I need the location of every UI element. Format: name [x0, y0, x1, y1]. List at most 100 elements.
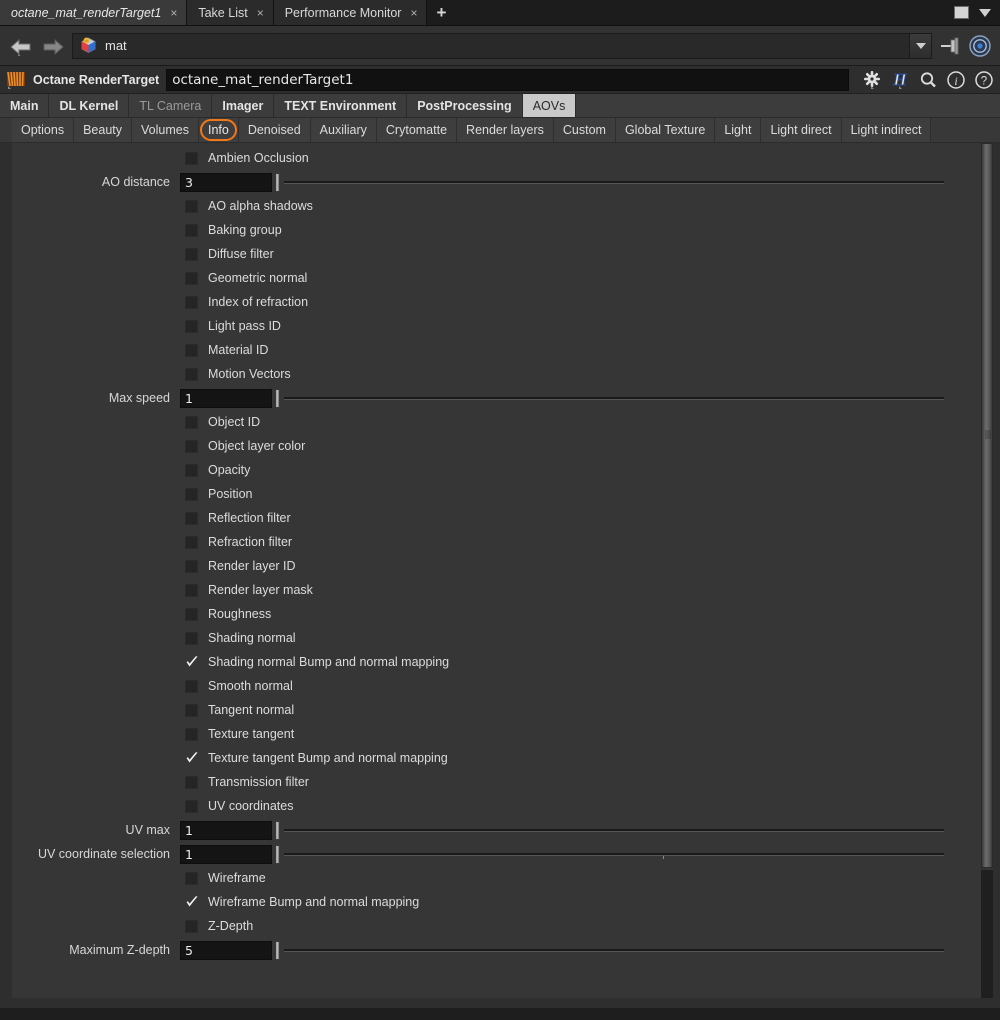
checkbox-checked-icon[interactable]	[185, 751, 198, 765]
slider-handle[interactable]	[275, 388, 280, 408]
checkbox-unchecked[interactable]	[185, 415, 198, 429]
window-tab-1[interactable]: Take List ×	[187, 0, 274, 25]
main-tab-main[interactable]: Main	[0, 94, 50, 117]
sub-tab-light[interactable]: Light	[715, 118, 762, 142]
checkbox-unchecked[interactable]	[185, 487, 198, 501]
sub-tab-render-layers[interactable]: Render layers	[457, 118, 554, 142]
checkbox-label: Wireframe	[208, 871, 266, 885]
vertical-scrollbar[interactable]	[981, 143, 993, 998]
main-tab-imager[interactable]: Imager	[212, 94, 275, 117]
path-input[interactable]: mat	[72, 32, 932, 59]
path-dropdown[interactable]	[909, 33, 931, 58]
sub-tab-options[interactable]: Options	[12, 118, 75, 142]
slider-value-input[interactable]: 3	[180, 172, 272, 192]
sub-tab-global-texture[interactable]: Global Texture	[615, 118, 716, 142]
checkbox-unchecked[interactable]	[185, 511, 198, 525]
checkbox-checked-icon[interactable]	[185, 895, 198, 909]
checkbox-unchecked[interactable]	[185, 439, 198, 453]
slider-track[interactable]	[284, 180, 944, 184]
checkbox-unchecked[interactable]	[185, 151, 198, 165]
checkbox-unchecked[interactable]	[185, 775, 198, 789]
main-tab-dl-kernel[interactable]: DL Kernel	[49, 94, 130, 117]
checkbox-unchecked[interactable]	[185, 319, 198, 333]
sub-tab-label: Options	[21, 123, 65, 137]
checkbox-unchecked[interactable]	[185, 559, 198, 573]
slider-value-input[interactable]: 5	[180, 940, 272, 960]
sub-tab-info[interactable]: Info	[198, 118, 239, 142]
pin-icon[interactable]	[938, 34, 962, 58]
checkbox-unchecked[interactable]	[185, 607, 198, 621]
slider-control[interactable]	[275, 940, 944, 960]
checkbox-unchecked[interactable]	[185, 223, 198, 237]
checkbox-unchecked[interactable]	[185, 247, 198, 261]
sub-tab-auxiliary[interactable]: Auxiliary	[310, 118, 377, 142]
checkbox-unchecked[interactable]	[185, 871, 198, 885]
slider-track[interactable]	[284, 852, 944, 856]
slider-value-input[interactable]: 1	[180, 820, 272, 840]
window-menu-caret[interactable]	[979, 8, 991, 17]
sub-tab-crytomatte[interactable]: Crytomatte	[376, 118, 458, 142]
add-tab-button[interactable]: +	[427, 0, 456, 25]
target-icon[interactable]	[968, 34, 992, 58]
checkbox-unchecked[interactable]	[185, 919, 198, 933]
checkbox-unchecked[interactable]	[185, 799, 198, 813]
checkbox-unchecked[interactable]	[185, 463, 198, 477]
slider-handle[interactable]	[275, 940, 280, 960]
sub-tab-bar: Options Beauty Volumes Info Denoised Auxiliar…	[0, 118, 1000, 143]
info-icon[interactable]: i	[946, 70, 966, 90]
checkbox-unchecked[interactable]	[185, 583, 198, 597]
main-tab-tl-camera[interactable]: TL Camera	[129, 94, 213, 117]
houdini-h-icon[interactable]: H	[890, 69, 910, 90]
help-icon[interactable]: ?	[974, 70, 994, 90]
checkbox-unchecked[interactable]	[185, 703, 198, 717]
path-value: mat	[105, 38, 127, 53]
checkbox-checked-icon[interactable]	[185, 655, 198, 669]
close-icon[interactable]: ×	[410, 7, 417, 19]
sub-tab-light-indirect[interactable]: Light indirect	[841, 118, 932, 142]
gear-icon[interactable]	[862, 70, 882, 90]
checkbox-row: Light pass ID	[12, 314, 981, 338]
slider-handle[interactable]	[275, 172, 280, 192]
slider-control[interactable]	[275, 172, 944, 192]
sub-tab-volumes[interactable]: Volumes	[132, 118, 199, 142]
checkbox-unchecked[interactable]	[185, 535, 198, 549]
checkbox-unchecked[interactable]	[185, 343, 198, 357]
main-tab-text-environment[interactable]: TEXT Environment	[274, 94, 408, 117]
slider-control[interactable]	[275, 388, 944, 408]
sub-tab-custom[interactable]: Custom	[553, 118, 616, 142]
slider-track[interactable]	[284, 828, 944, 832]
main-tab-aovs[interactable]: AOVs	[522, 94, 577, 117]
checkbox-unchecked[interactable]	[185, 631, 198, 645]
checkbox-unchecked[interactable]	[185, 727, 198, 741]
slider-value-input[interactable]: 1	[180, 844, 272, 864]
slider-value-input[interactable]: 1	[180, 388, 272, 408]
search-icon[interactable]	[918, 70, 938, 90]
close-icon[interactable]: ×	[257, 7, 264, 19]
sub-tab-denoised[interactable]: Denoised	[238, 118, 311, 142]
main-tab-postprocessing[interactable]: PostProcessing	[407, 94, 523, 117]
node-name-input[interactable]: octane_mat_renderTarget1	[166, 68, 849, 91]
checkbox-label: UV coordinates	[208, 799, 294, 813]
checkbox-unchecked[interactable]	[185, 367, 198, 381]
sub-tab-beauty[interactable]: Beauty	[74, 118, 133, 142]
slider-handle[interactable]	[275, 820, 280, 840]
slider-track[interactable]	[284, 396, 944, 400]
slider-control[interactable]	[275, 820, 944, 840]
scrollbar-trough[interactable]	[981, 870, 993, 998]
window-tab-0[interactable]: octane_mat_renderTarget1 ×	[0, 0, 188, 25]
checkbox-unchecked[interactable]	[185, 295, 198, 309]
checkbox-unchecked[interactable]	[185, 271, 198, 285]
window-tab-2[interactable]: Performance Monitor ×	[273, 0, 428, 25]
window-tab-spacer	[455, 0, 954, 25]
scrollbar-thumb[interactable]	[981, 143, 993, 868]
slider-handle[interactable]	[275, 844, 280, 864]
forward-arrow[interactable]	[40, 34, 66, 58]
sub-tab-light-direct[interactable]: Light direct	[761, 118, 842, 142]
checkbox-unchecked[interactable]	[185, 679, 198, 693]
maximize-box[interactable]	[954, 6, 969, 19]
checkbox-unchecked[interactable]	[185, 199, 198, 213]
slider-track[interactable]	[284, 948, 944, 952]
slider-control[interactable]	[275, 844, 944, 864]
close-icon[interactable]: ×	[170, 7, 177, 19]
back-arrow[interactable]	[8, 34, 34, 58]
